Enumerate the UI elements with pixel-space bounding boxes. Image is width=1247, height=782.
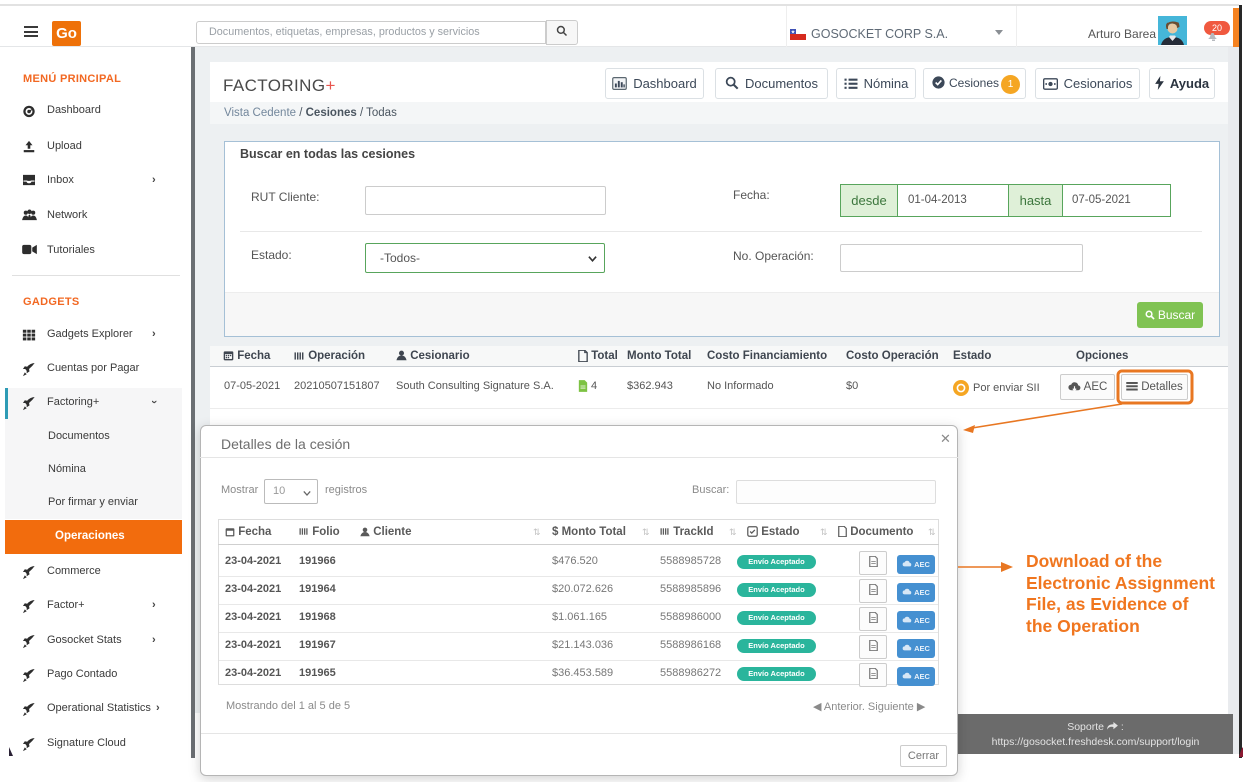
- svg-text:★: ★: [791, 29, 796, 35]
